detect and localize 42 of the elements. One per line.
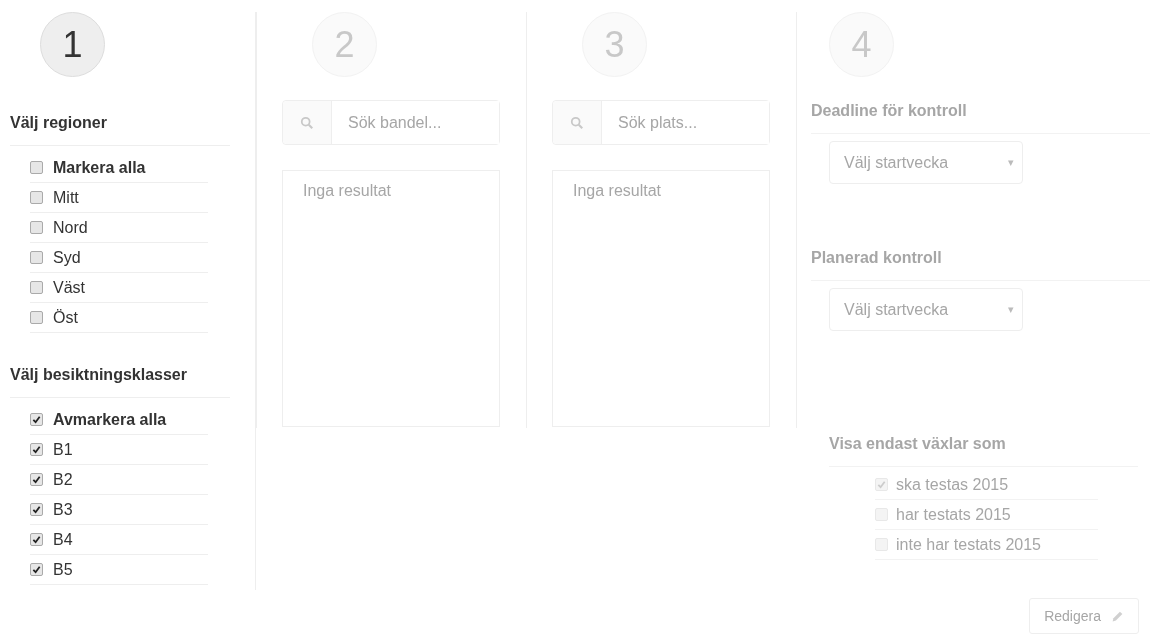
search-field[interactable]: Sök plats... [552,100,770,145]
checkbox[interactable] [30,503,43,516]
checkbox-label: Avmarkera alla [53,409,167,430]
section-heading: Planerad kontroll [811,248,943,268]
section-heading: Visa endast växlar som [829,434,1007,454]
search-icon [570,115,584,130]
checkbox-label: Väst [53,277,85,298]
empty-message: Inga resultat [573,182,662,199]
pencil-icon [1111,609,1124,623]
checkbox[interactable] [30,251,43,264]
checkbox-label: Nord [53,217,88,238]
checkbox[interactable] [30,161,43,174]
checkbox[interactable] [30,563,43,576]
checkbox[interactable] [30,473,43,486]
checkbox-label: B3 [53,499,73,520]
section-heading: Deadline för kontroll [811,101,968,121]
search-icon [300,115,314,130]
search-field[interactable]: Sök bandel... [282,100,500,145]
step-number: 1 [40,12,105,77]
section-heading: Välj regioner [10,113,108,133]
checkbox-label: B2 [53,469,73,490]
checkbox-label: Mitt [53,187,79,208]
checkbox-label: Markera alla [53,157,146,178]
checkbox-label: ska testas 2015 [896,474,1009,495]
checkbox-label: B4 [53,529,73,550]
checkbox[interactable] [30,443,43,456]
checkbox-label: Syd [53,247,81,268]
empty-message: Inga resultat [303,182,392,199]
checkbox[interactable] [30,221,43,234]
checkbox-label: B5 [53,559,73,580]
checkbox[interactable] [30,281,43,294]
week-select[interactable]: Välj startvecka ▾ [829,141,1023,184]
week-select[interactable]: Välj startvecka ▾ [829,288,1023,331]
checkbox-label: B1 [53,439,73,460]
checkbox-label: har testats 2015 [896,504,1011,525]
checkbox-label: inte har testats 2015 [896,534,1041,555]
checkbox[interactable] [30,311,43,324]
checkbox-label: Öst [53,307,78,328]
checkbox[interactable] [30,191,43,204]
section-heading: Välj besiktningsklasser [10,365,188,385]
checkbox[interactable] [30,413,43,426]
checkbox[interactable] [30,533,43,546]
